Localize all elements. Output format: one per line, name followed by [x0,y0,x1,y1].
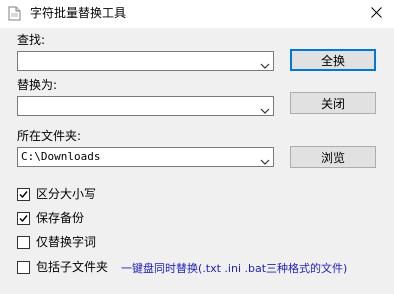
option-whole-words[interactable]: 仅替换字词 [17,235,96,250]
chevron-down-icon[interactable] [260,103,270,114]
checkmark-icon [19,191,28,199]
save-backup-checkbox[interactable] [17,212,30,225]
option-save-backup[interactable]: 保存备份 [17,211,84,226]
document-icon [8,6,21,21]
close-button[interactable]: 关闭 [290,92,376,114]
folder-combobox[interactable]: C:\Downloads [17,147,274,167]
replace-with-label: 替换为: [17,78,58,92]
chevron-down-icon[interactable] [260,58,270,69]
close-window-button[interactable] [358,0,394,28]
window-title: 字符批量替换工具 [30,6,127,20]
replace-all-button[interactable]: 全换 [290,49,376,71]
find-combobox[interactable] [17,51,274,71]
whole-words-label: 仅替换字词 [36,235,97,249]
find-label: 查找: [17,33,46,47]
option-case-sensitive[interactable]: 区分大小写 [17,187,96,202]
save-backup-label: 保存备份 [36,211,85,225]
replace-tool-window: 字符批量替换工具 查找: 全换 替换为: 关闭 所在文件夹: C:\Downlo… [0,0,394,294]
whole-words-checkbox[interactable] [17,236,30,249]
supported-formats-note: 一键盘同时替换(.txt .ini .bat三种格式的文件) [121,262,348,275]
case-sensitive-checkbox[interactable] [17,188,30,201]
browse-button[interactable]: 浏览 [290,146,376,168]
include-subfolders-checkbox[interactable] [17,261,30,274]
title-bar[interactable]: 字符批量替换工具 [0,0,394,28]
option-include-subfolders[interactable]: 包括子文件夹 [17,260,108,275]
case-sensitive-label: 区分大小写 [36,187,97,201]
include-subfolders-label: 包括子文件夹 [36,260,109,274]
chevron-down-icon[interactable] [260,154,270,165]
replace-with-combobox[interactable] [17,96,274,116]
close-icon [370,7,382,21]
folder-path-value: C:\Downloads [21,150,101,163]
folder-label: 所在文件夹: [17,129,82,143]
checkmark-icon [19,215,28,223]
